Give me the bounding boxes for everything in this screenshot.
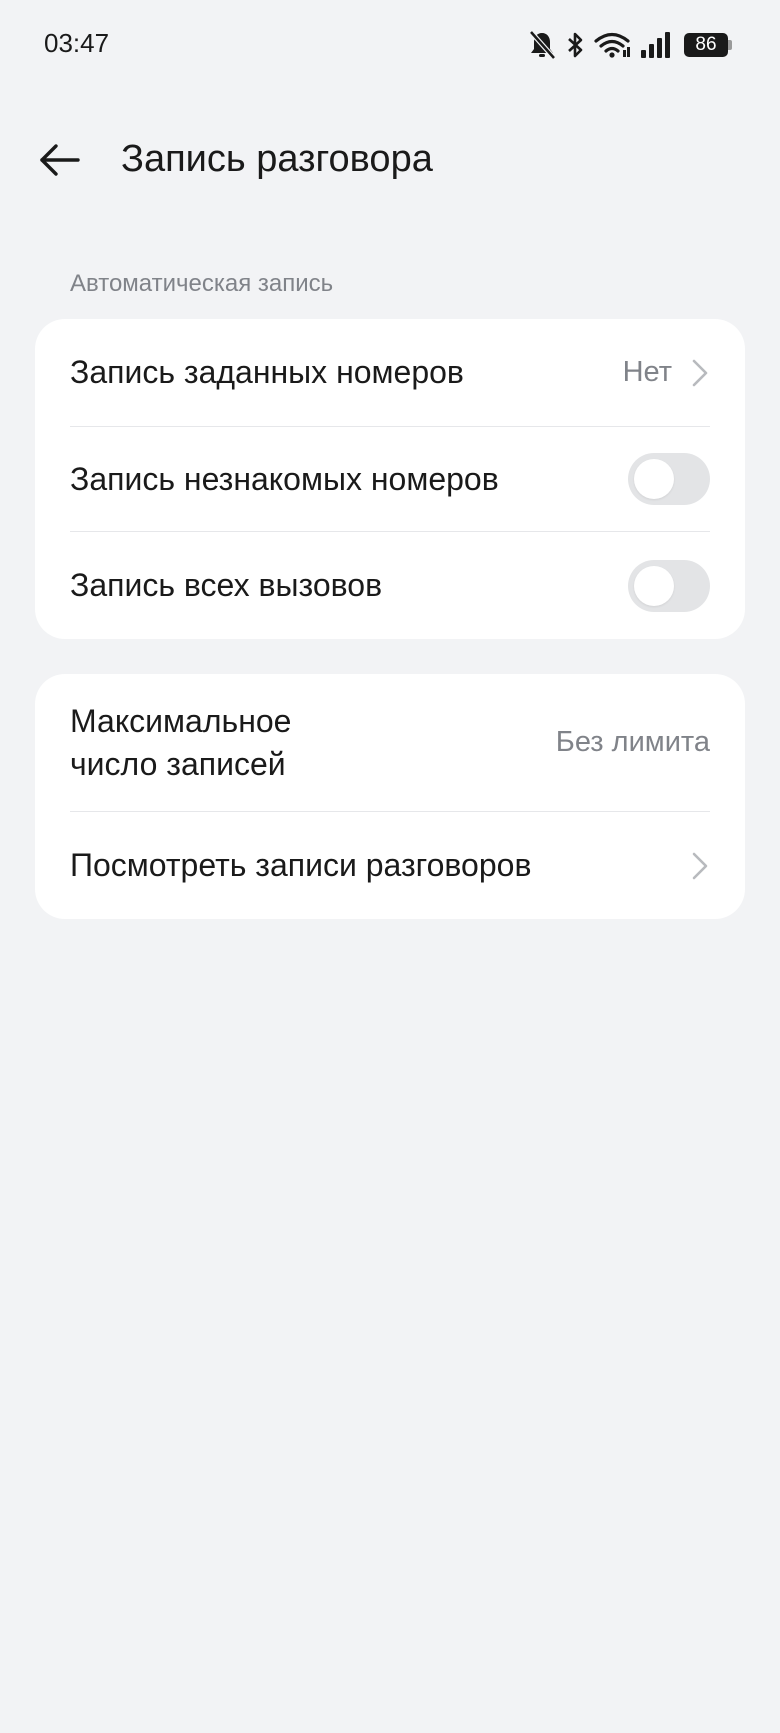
back-button[interactable] bbox=[30, 134, 90, 186]
mute-bell-icon bbox=[528, 30, 556, 60]
view-records-label: Посмотреть записи разговоров bbox=[70, 847, 532, 883]
battery-level: 86 bbox=[684, 33, 728, 57]
max-records-row[interactable]: Максимальное число записей Без лимита bbox=[70, 674, 710, 811]
unknown-numbers-label: Запись незнакомых номеров bbox=[70, 460, 499, 497]
signal-icon bbox=[640, 30, 674, 60]
toggle-knob bbox=[634, 459, 674, 499]
all-calls-label: Запись всех вызовов bbox=[70, 567, 383, 603]
unknown-numbers-row[interactable]: Запись незнакомых номеров bbox=[70, 427, 710, 531]
wifi-icon bbox=[594, 30, 630, 60]
all-calls-toggle[interactable] bbox=[628, 559, 710, 612]
specified-numbers-row[interactable]: Запись заданных номеров Нет bbox=[70, 319, 710, 426]
records-card: Максимальное число записей Без лимита По… bbox=[35, 674, 745, 919]
battery-tip bbox=[728, 40, 732, 50]
all-calls-row[interactable]: Запись всех вызовов bbox=[70, 532, 710, 639]
battery-icon: 86 bbox=[684, 32, 732, 58]
view-records-row[interactable]: Посмотреть записи разговоров bbox=[70, 812, 710, 919]
chevron-right-icon bbox=[692, 359, 708, 386]
header: Запись разговора bbox=[0, 120, 780, 200]
chevron-right-icon bbox=[692, 852, 708, 879]
max-records-label-line2: число записей bbox=[70, 745, 286, 782]
bluetooth-icon bbox=[566, 30, 584, 60]
toggle-knob bbox=[634, 565, 674, 606]
specified-numbers-label: Запись заданных номеров bbox=[70, 354, 464, 390]
status-icons: 86 bbox=[528, 28, 732, 62]
max-records-value: Без лимита bbox=[555, 726, 710, 758]
auto-record-card: Запись заданных номеров Нет Запись незна… bbox=[35, 319, 745, 639]
specified-numbers-right: Нет bbox=[623, 356, 710, 389]
status-bar: 03:47 86 bbox=[0, 0, 780, 90]
max-records-label: Максимальное число записей bbox=[70, 700, 291, 786]
arrow-left-icon bbox=[40, 144, 80, 176]
page-title: Запись разговора bbox=[121, 138, 433, 180]
section-label-auto-record: Автоматическая запись bbox=[70, 270, 334, 297]
specified-numbers-value: Нет bbox=[622, 356, 672, 388]
status-time: 03:47 bbox=[44, 28, 110, 58]
max-records-label-line1: Максимальное bbox=[70, 702, 292, 739]
unknown-numbers-toggle[interactable] bbox=[628, 453, 710, 505]
